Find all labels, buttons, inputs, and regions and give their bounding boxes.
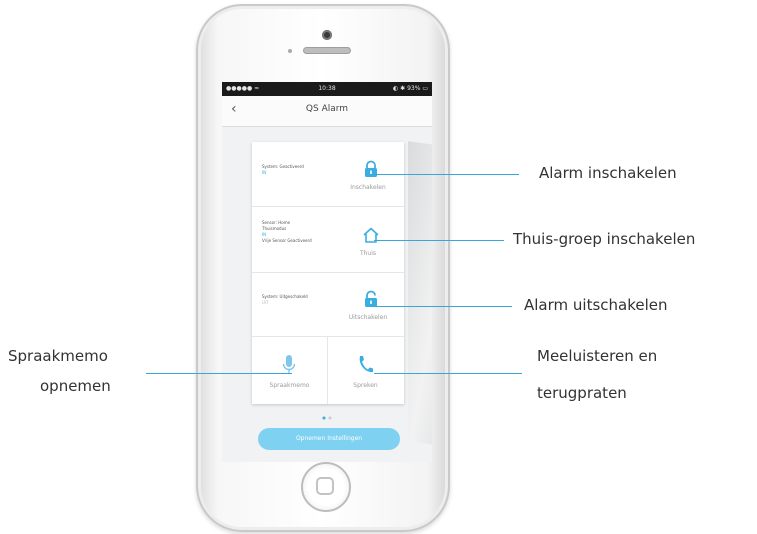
arm-status-text: System: Geactiveerd bbox=[262, 164, 304, 169]
callout-line-arm bbox=[374, 174, 519, 175]
record-settings-button[interactable]: Opnemen Instellingen bbox=[258, 428, 400, 450]
sensor-dot bbox=[288, 49, 292, 53]
arm-status: System: Geactiveerd IN bbox=[262, 164, 304, 176]
disarm-status-value: UIT bbox=[262, 300, 269, 305]
page-indicator bbox=[322, 416, 332, 420]
callout-line-listen bbox=[374, 373, 522, 374]
front-camera bbox=[322, 30, 332, 40]
lock-closed-icon[interactable] bbox=[362, 160, 380, 178]
page-title: QS Alarm bbox=[305, 104, 349, 114]
speak-label: Spreken bbox=[353, 382, 378, 389]
home-status-line3: Vrije Sensor Geactiveerd bbox=[262, 238, 312, 243]
home-button-label[interactable]: Thuis bbox=[338, 250, 398, 257]
voice-memo-button[interactable]: Spraakmemo bbox=[252, 336, 328, 404]
voice-memo-label: Spraakmemo bbox=[269, 382, 310, 389]
illustration: ●●●●● ≈ 10:38 ◐ ✱ 93% ▭ ‹ QS Alarm Syste… bbox=[0, 0, 757, 534]
callout-line-home bbox=[374, 240, 504, 241]
battery-status: ◐ ✱ 93% ▭ bbox=[393, 85, 428, 92]
arm-status-value: IN bbox=[262, 170, 267, 175]
disarm-row: System: Uitgeschakeld UIT Uitschakelen bbox=[252, 272, 404, 337]
card-page-fold bbox=[408, 141, 432, 447]
disarm-status-text: System: Uitgeschakeld bbox=[262, 294, 308, 299]
speak-button[interactable]: Spreken bbox=[328, 336, 403, 404]
arm-button-label[interactable]: Inschakelen bbox=[338, 184, 398, 191]
callout-label-arm: Alarm inschakelen bbox=[539, 164, 677, 182]
nav-bar: ‹ QS Alarm bbox=[222, 96, 432, 127]
callout-label-voice-2: opnemen bbox=[40, 377, 111, 395]
phone-screen: ●●●●● ≈ 10:38 ◐ ✱ 93% ▭ ‹ QS Alarm Syste… bbox=[222, 82, 432, 462]
phone-handset-icon bbox=[359, 356, 373, 373]
home-button-square-icon bbox=[316, 477, 334, 495]
callout-label-disarm: Alarm uitschakelen bbox=[524, 296, 668, 314]
callout-label-listen-1: Meeluisteren en bbox=[537, 347, 658, 365]
status-bar: ●●●●● ≈ 10:38 ◐ ✱ 93% ▭ bbox=[222, 82, 432, 96]
callout-label-listen-2: terugpraten bbox=[537, 384, 627, 402]
home-status-value: IN bbox=[262, 232, 267, 237]
earpiece-speaker bbox=[303, 47, 351, 54]
home-status: Sensor: Home Thuismodus IN Vrije Sensor … bbox=[262, 220, 312, 244]
home-icon[interactable] bbox=[362, 226, 380, 244]
callout-label-voice-1: Spraakmemo bbox=[8, 347, 108, 365]
home-status-line2: Thuismodus bbox=[262, 226, 287, 231]
disarm-button-label[interactable]: Uitschakelen bbox=[338, 314, 398, 321]
disarm-status: System: Uitgeschakeld UIT bbox=[262, 294, 308, 306]
home-status-text: Sensor: Home bbox=[262, 220, 291, 225]
callout-line-voice bbox=[146, 373, 292, 374]
control-card: System: Geactiveerd IN Inschakelen Senso… bbox=[252, 142, 404, 404]
callout-label-home: Thuis-groep inschakelen bbox=[513, 230, 696, 248]
callout-line-disarm bbox=[374, 306, 512, 307]
